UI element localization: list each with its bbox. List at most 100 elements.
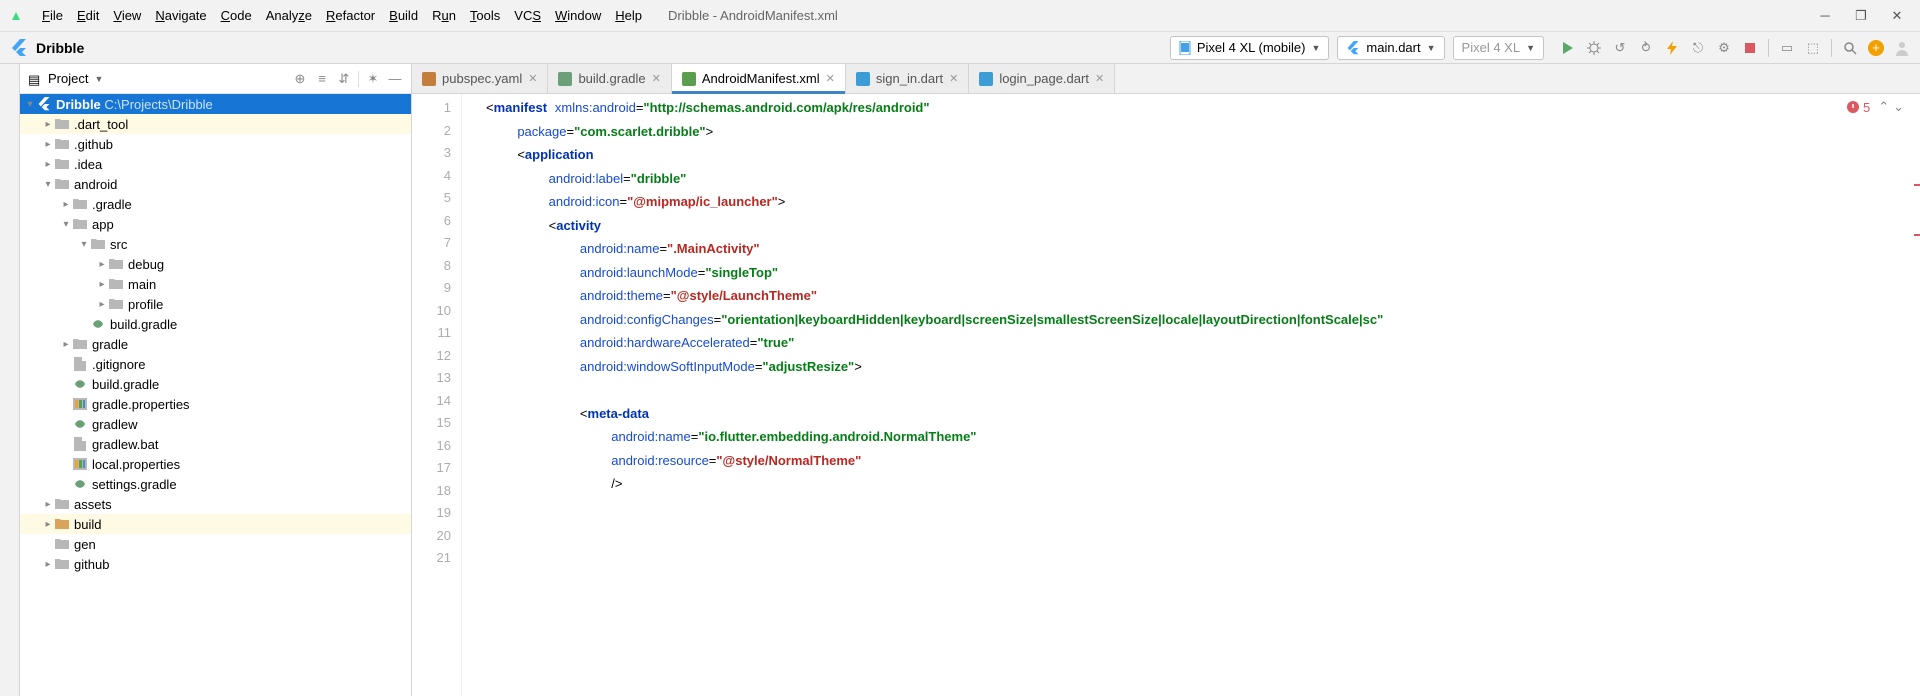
fold-column[interactable] <box>462 94 474 696</box>
code-editor[interactable]: <manifest xmlns:android="http://schemas.… <box>474 94 1920 696</box>
error-marker[interactable] <box>1914 234 1920 236</box>
tree-item-local.properties[interactable]: local.properties <box>20 454 411 474</box>
tree-item-gradle[interactable]: ▸gradle <box>20 334 411 354</box>
chevron-icon[interactable]: ▾ <box>42 179 54 190</box>
tree-item-assets[interactable]: ▸assets <box>20 494 411 514</box>
close-tab-button[interactable]: ✕ <box>826 72 835 85</box>
device-target-selector[interactable]: Pixel 4 XL ▼ <box>1453 36 1544 60</box>
device-selector[interactable]: Pixel 4 XL (mobile) ▼ <box>1170 36 1330 60</box>
tree-item-debug[interactable]: ▸debug <box>20 254 411 274</box>
code-area[interactable]: 123456789101112131415161718192021 <manif… <box>412 94 1920 696</box>
project-view-label[interactable]: Project <box>48 71 88 86</box>
chevron-icon[interactable]: ▸ <box>96 299 108 310</box>
menu-help[interactable]: Help <box>609 6 648 25</box>
tree-item-build.gradle[interactable]: build.gradle <box>20 374 411 394</box>
settings-button[interactable]: ✶ <box>365 71 381 87</box>
tree-item-app[interactable]: ▾app <box>20 214 411 234</box>
attach-button[interactable]: ⎋ <box>1690 40 1706 56</box>
tab-pubspec.yaml[interactable]: pubspec.yaml✕ <box>412 64 548 93</box>
chevron-icon[interactable]: ▸ <box>42 139 54 150</box>
chevron-icon[interactable]: ▸ <box>42 519 54 530</box>
coverage-button[interactable]: ↺ <box>1612 40 1628 56</box>
close-tab-button[interactable]: ✕ <box>528 72 537 85</box>
hide-button[interactable]: — <box>387 71 403 87</box>
tree-item-.github[interactable]: ▸.github <box>20 134 411 154</box>
search-button[interactable] <box>1842 40 1858 56</box>
tree-item-github[interactable]: ▸github <box>20 554 411 574</box>
tree-item-gradlew.bat[interactable]: gradlew.bat <box>20 434 411 454</box>
expand-all-button[interactable]: ≡ <box>314 71 330 87</box>
tab-login_page.dart[interactable]: login_page.dart✕ <box>969 64 1115 93</box>
locate-button[interactable]: ⊕ <box>292 71 308 87</box>
tree-item-.dart_tool[interactable]: ▸.dart_tool <box>20 114 411 134</box>
chevron-icon[interactable]: ▾ <box>60 219 72 230</box>
collapse-all-button[interactable]: ⇵ <box>336 71 352 87</box>
close-tab-button[interactable]: ✕ <box>652 72 661 85</box>
close-tab-button[interactable]: ✕ <box>949 72 958 85</box>
tree-item-.idea[interactable]: ▸ .idea <box>20 154 411 174</box>
profile-button[interactable]: ⥁ <box>1638 40 1654 56</box>
hot-reload-button[interactable] <box>1664 40 1680 56</box>
tree-item-gen[interactable]: gen <box>20 534 411 554</box>
close-tab-button[interactable]: ✕ <box>1095 72 1104 85</box>
account-icon[interactable] <box>1894 40 1910 56</box>
inspection-indicator[interactable]: 5 ⌃ ⌄ <box>1847 99 1904 115</box>
chevron-down-icon[interactable]: ⌄ <box>1893 99 1904 115</box>
chevron-icon[interactable]: ▾ <box>78 239 90 250</box>
debug-button[interactable] <box>1586 40 1602 56</box>
close-button[interactable]: ✕ <box>1890 9 1904 23</box>
menu-refactor[interactable]: Refactor <box>320 6 381 25</box>
tree-item-src[interactable]: ▾src <box>20 234 411 254</box>
minimize-button[interactable]: ─ <box>1818 9 1832 23</box>
tree-item-build[interactable]: ▸build <box>20 514 411 534</box>
tree-item-build.gradle[interactable]: build.gradle <box>20 314 411 334</box>
tab-sign_in.dart[interactable]: sign_in.dart✕ <box>846 64 969 93</box>
tab-AndroidManifest.xml[interactable]: AndroidManifest.xml✕ <box>672 64 846 93</box>
tree-item-profile[interactable]: ▸profile <box>20 294 411 314</box>
chevron-icon[interactable]: ▸ <box>96 259 108 270</box>
tree-item-gradle.properties[interactable]: gradle.properties <box>20 394 411 414</box>
tree-item-.gitignore[interactable]: .gitignore <box>20 354 411 374</box>
chevron-icon[interactable]: ▸ <box>42 559 54 570</box>
tab-build.gradle[interactable]: build.gradle✕ <box>548 64 671 93</box>
project-tree[interactable]: ▾ Dribble C:\Projects\Dribble ▸.dart_too… <box>20 94 411 696</box>
chevron-icon[interactable]: ▸ <box>60 339 72 350</box>
chevron-icon[interactable]: ▸ <box>96 279 108 290</box>
menu-view[interactable]: View <box>107 6 147 25</box>
menu-build[interactable]: Build <box>383 6 424 25</box>
stop-button[interactable] <box>1742 40 1758 56</box>
folder-icon <box>54 136 70 152</box>
sdk-manager-button[interactable]: ⬚ <box>1805 40 1821 56</box>
tree-root[interactable]: ▾ Dribble C:\Projects\Dribble <box>20 94 411 114</box>
run-config-selector[interactable]: main.dart ▼ <box>1337 36 1444 60</box>
tree-item-label: .idea <box>74 157 102 172</box>
menu-run[interactable]: Run <box>426 6 462 25</box>
chevron-icon[interactable]: ▸ <box>60 199 72 210</box>
menu-navigate[interactable]: Navigate <box>149 6 212 25</box>
maximize-button[interactable]: ❐ <box>1854 9 1868 23</box>
tree-item-android[interactable]: ▾android <box>20 174 411 194</box>
tree-item-main[interactable]: ▸main <box>20 274 411 294</box>
breadcrumb-project[interactable]: Dribble <box>36 40 84 56</box>
run-button[interactable] <box>1560 40 1576 56</box>
ide-updates-button[interactable]: + <box>1868 40 1884 56</box>
chevron-down-icon[interactable]: ▼ <box>94 74 103 84</box>
chevron-icon[interactable]: ▸ <box>42 159 54 170</box>
menu-file[interactable]: File <box>36 6 69 25</box>
menu-edit[interactable]: Edit <box>71 6 105 25</box>
line-gutter[interactable]: 123456789101112131415161718192021 <box>412 94 462 696</box>
chevron-icon[interactable]: ▸ <box>42 499 54 510</box>
device-manager-button[interactable]: ▭ <box>1779 40 1795 56</box>
tree-item-.gradle[interactable]: ▸.gradle <box>20 194 411 214</box>
menu-analyze[interactable]: Analyze <box>260 6 318 25</box>
menu-vcs[interactable]: VCS <box>508 6 547 25</box>
menu-code[interactable]: Code <box>215 6 258 25</box>
flutter-inspector-button[interactable]: ⚙ <box>1716 40 1732 56</box>
tree-item-settings.gradle[interactable]: settings.gradle <box>20 474 411 494</box>
chevron-icon[interactable]: ▸ <box>42 119 54 130</box>
error-marker[interactable] <box>1914 184 1920 186</box>
menu-tools[interactable]: Tools <box>464 6 506 25</box>
chevron-up-icon[interactable]: ⌃ <box>1878 99 1889 115</box>
tree-item-gradlew[interactable]: gradlew <box>20 414 411 434</box>
menu-window[interactable]: Window <box>549 6 607 25</box>
